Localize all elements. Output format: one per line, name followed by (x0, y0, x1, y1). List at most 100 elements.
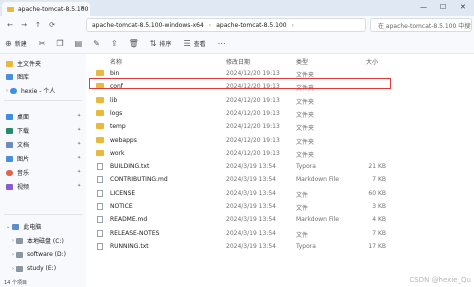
sidebar-item-label: software (D:) (27, 251, 66, 258)
paste-icon[interactable]: ▤ (75, 39, 83, 48)
copy-icon[interactable]: ❐ (56, 39, 63, 48)
gallery-icon (6, 73, 13, 80)
sidebar-item-drive-c[interactable]: › 本地磁盘 (C:) (12, 235, 64, 246)
sidebar-item-desktop[interactable]: 桌面 (6, 111, 29, 122)
new-button[interactable]: 新建 (15, 39, 27, 48)
pin-icon[interactable]: ✦ (77, 127, 81, 133)
more-icon[interactable]: ⋯ (218, 39, 226, 48)
sidebar-item-label: 桌面 (17, 114, 30, 121)
chevron-right-icon[interactable]: › (12, 238, 14, 244)
file-row[interactable]: temp 2024/12/20 19:13 文件夹 (90, 121, 474, 132)
file-type: 文件夹 (296, 125, 315, 133)
sidebar-item-label: hexie - 个人 (21, 88, 56, 95)
cut-icon[interactable]: ✂ (39, 39, 46, 48)
search-input[interactable]: 在 apache-tomcat-8.5.100 中搜索 (370, 18, 472, 32)
sidebar-item-pictures[interactable]: 图片 (6, 153, 29, 164)
folder-icon (96, 70, 104, 76)
breadcrumb-item[interactable]: apache-tomcat-8.5.100-windows-x64 (92, 22, 204, 29)
breadcrumb[interactable]: apache-tomcat-8.5.100-windows-x64 › apac… (86, 18, 366, 32)
file-row[interactable]: lib 2024/12/20 19:13 文件夹 (90, 95, 474, 106)
file-row[interactable]: BUILDING.txt 2024/3/19 13:54 Typora 21 KB (90, 161, 474, 172)
cloud-icon (10, 87, 17, 94)
divider (4, 214, 82, 215)
status-bar: 14 个项目 (4, 280, 27, 286)
pin-icon[interactable]: ✦ (77, 141, 81, 147)
file-type: Typora (296, 163, 316, 171)
sidebar-item-home[interactable]: 主文件夹 (6, 58, 41, 69)
drive-icon (16, 265, 23, 272)
sidebar-item-drive-d[interactable]: › software (D:) (12, 249, 66, 260)
file-row[interactable]: webapps 2024/12/20 19:13 文件夹 (90, 135, 474, 146)
share-icon[interactable]: ⇪ (111, 39, 118, 48)
file-type: Markdown File (296, 216, 339, 224)
watermark: CSDN @hexie_Qu (409, 276, 471, 284)
view-button[interactable]: 查看 (194, 39, 206, 48)
column-header-size[interactable]: 大小 (366, 57, 378, 66)
pin-icon[interactable]: ✦ (77, 155, 81, 161)
rename-icon[interactable]: ✎ (93, 39, 100, 48)
sidebar-item-videos[interactable]: 视频 (6, 181, 29, 192)
file-name: RUNNING.txt (110, 242, 149, 250)
typora-file-icon (97, 242, 103, 250)
breadcrumb-item[interactable]: apache-tomcat-8.5.100 (216, 22, 286, 29)
file-date: 2024/3/19 13:54 (226, 163, 276, 171)
file-row[interactable]: work 2024/12/20 19:13 文件夹 (90, 148, 474, 159)
folder-icon (7, 6, 14, 12)
column-header-date[interactable]: 修改日期 (226, 57, 250, 66)
markdown-file-icon (97, 216, 103, 224)
file-row[interactable]: logs 2024/12/20 19:13 文件夹 (90, 108, 474, 119)
file-row[interactable]: NOTICE 2024/3/19 13:54 文件 3 KB (90, 201, 474, 212)
maximize-icon[interactable]: ☐ (440, 3, 446, 11)
tab-close-icon[interactable]: ✕ (80, 5, 85, 12)
highlight-box (89, 78, 391, 89)
pin-icon[interactable]: ✦ (77, 113, 81, 119)
address-bar: ← → ↑ ⟳ apache-tomcat-8.5.100-windows-x6… (0, 16, 474, 34)
sidebar-item-gallery[interactable]: 图库 (6, 71, 29, 82)
chevron-right-icon[interactable]: › (12, 252, 14, 258)
sidebar-item-music[interactable]: 音乐 (6, 167, 29, 178)
file-name: logs (110, 109, 123, 117)
video-icon (6, 183, 13, 190)
delete-icon[interactable]: 🗑 (129, 39, 139, 48)
folder-icon (96, 123, 104, 130)
sidebar-item-onedrive[interactable]: › hexie - 个人 (6, 85, 55, 96)
back-icon[interactable]: ← (3, 21, 17, 29)
divider (4, 100, 82, 101)
file-size: 7 KB (372, 229, 386, 237)
sort-button[interactable]: 排序 (159, 39, 171, 48)
pin-icon[interactable]: ✦ (77, 169, 81, 175)
file-row[interactable]: CONTRIBUTING.md 2024/3/19 13:54 Markdown F… (90, 174, 474, 185)
file-size: 7 KB (372, 176, 386, 184)
file-row[interactable]: LICENSE 2024/3/19 13:54 文件 60 KB (90, 188, 474, 199)
file-size: 4 KB (372, 216, 386, 224)
sidebar-item-this-pc[interactable]: ⌄ 此电脑 (6, 221, 41, 232)
file-row[interactable]: RUNNING.txt 2024/3/19 13:54 Typora 17 KB (90, 241, 474, 252)
file-date: 2024/12/20 19:13 (226, 96, 280, 104)
search-placeholder: 在 apache-tomcat-8.5.100 中搜索 (378, 22, 472, 30)
sidebar-item-documents[interactable]: 文档 (6, 139, 29, 150)
sort-icon: ⇅ (149, 39, 157, 48)
minimize-icon[interactable]: — (420, 3, 427, 11)
navigation-pane: 主文件夹 图库 › hexie - 个人 桌面 ✦ 下载 ✦ 文档 ✦ 图片 ✦… (0, 54, 86, 287)
forward-icon[interactable]: → (17, 21, 31, 29)
sidebar-item-downloads[interactable]: 下载 (6, 125, 29, 136)
tab-apache-tomcat[interactable]: apache-tomcat-8.5.100 ✕ (2, 2, 90, 16)
file-type: 文件夹 (296, 111, 315, 119)
up-icon[interactable]: ↑ (31, 21, 45, 29)
file-type: 文件 (296, 191, 309, 199)
chevron-right-icon[interactable]: › (6, 88, 8, 94)
file-name: bin (110, 70, 120, 77)
sidebar-item-drive-e[interactable]: › study (E:) (12, 263, 56, 274)
pin-icon[interactable]: ✦ (77, 183, 81, 189)
column-header-type[interactable]: 类型 (296, 57, 308, 66)
refresh-icon[interactable]: ⟳ (45, 21, 59, 29)
file-row[interactable]: README.md 2024/3/19 13:54 Markdown File 4 K… (90, 214, 474, 225)
column-header-name[interactable]: 名称 (110, 57, 122, 66)
close-window-icon[interactable]: ✕ (460, 3, 466, 11)
file-row[interactable]: RELEASE-NOTES 2024/3/19 13:54 文件 7 KB (90, 228, 474, 239)
desktop-icon (6, 113, 13, 120)
file-type: Typora (296, 242, 316, 250)
chevron-right-icon[interactable]: › (12, 266, 14, 272)
chevron-down-icon[interactable]: ⌄ (6, 224, 10, 230)
file-name: webapps (110, 136, 137, 144)
